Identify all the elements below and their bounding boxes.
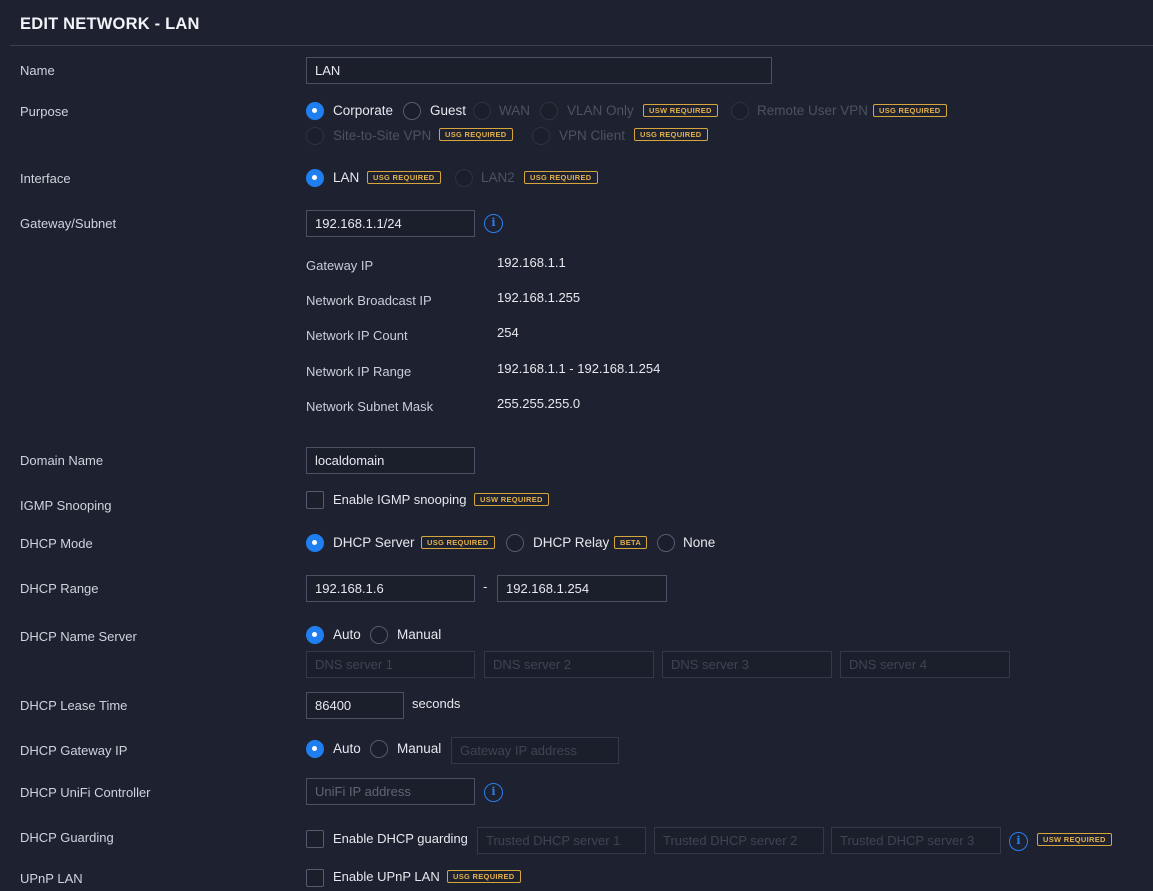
usw-required-badge: USW REQUIRED: [474, 493, 549, 506]
title-divider: [10, 45, 1153, 46]
ip-count-value: 254: [497, 325, 519, 340]
beta-badge: BETA: [614, 536, 648, 549]
dhcp-mode-none-label[interactable]: None: [683, 535, 715, 550]
usg-required-badge: USG REQUIRED: [524, 171, 598, 184]
dhcp-lease-time-input[interactable]: 86400: [306, 692, 404, 719]
interface-lan2-label[interactable]: LAN2: [481, 170, 515, 185]
interface-lan-radio[interactable]: [306, 169, 324, 187]
usg-required-badge: USG REQUIRED: [367, 171, 441, 184]
usg-required-badge: USG REQUIRED: [873, 104, 947, 117]
name-label: Name: [20, 63, 55, 78]
dhcp-guarding-label: DHCP Guarding: [20, 830, 114, 845]
info-icon[interactable]: i: [1009, 832, 1028, 851]
dhcp-gateway-ip-label: DHCP Gateway IP: [20, 743, 128, 758]
igmp-snooping-checkbox-label[interactable]: Enable IGMP snooping: [333, 492, 466, 507]
dns-server-4-input[interactable]: DNS server 4: [840, 651, 1010, 678]
dhcp-gateway-ip-input[interactable]: Gateway IP address: [451, 737, 619, 764]
gateway-ip-value: 192.168.1.1: [497, 255, 566, 270]
dhcp-gateway-ip-auto-label[interactable]: Auto: [333, 741, 361, 756]
dhcp-mode-server-label[interactable]: DHCP Server: [333, 535, 415, 550]
igmp-snooping-label: IGMP Snooping: [20, 498, 112, 513]
purpose-label: Purpose: [20, 104, 69, 119]
dns-server-1-input[interactable]: DNS server 1: [306, 651, 475, 678]
trusted-dhcp-server-2-input[interactable]: Trusted DHCP server 2: [654, 827, 824, 854]
purpose-vlan-only-label[interactable]: VLAN Only: [567, 103, 634, 118]
ip-range-key: Network IP Range: [306, 364, 412, 379]
dhcp-mode-relay-label[interactable]: DHCP Relay: [533, 535, 609, 550]
dhcp-mode-none-radio[interactable]: [657, 534, 675, 552]
upnp-lan-checkbox-label[interactable]: Enable UPnP LAN: [333, 869, 440, 884]
igmp-snooping-checkbox[interactable]: [306, 491, 324, 509]
dhcp-name-server-auto-label[interactable]: Auto: [333, 627, 361, 642]
dhcp-lease-time-label: DHCP Lease Time: [20, 698, 128, 713]
dns-server-3-input[interactable]: DNS server 3: [662, 651, 832, 678]
dhcp-range-start-input[interactable]: 192.168.1.6: [306, 575, 475, 602]
purpose-guest-radio[interactable]: [403, 102, 421, 120]
dhcp-name-server-manual-label[interactable]: Manual: [397, 627, 441, 642]
purpose-site-to-site-vpn-radio[interactable]: [306, 127, 324, 145]
purpose-corporate-radio[interactable]: [306, 102, 324, 120]
dhcp-mode-relay-radio[interactable]: [506, 534, 524, 552]
usg-required-badge: USG REQUIRED: [447, 870, 521, 883]
info-icon[interactable]: i: [484, 214, 503, 233]
usg-required-badge: USG REQUIRED: [421, 536, 495, 549]
dhcp-unifi-controller-label: DHCP UniFi Controller: [20, 785, 151, 800]
ip-count-key: Network IP Count: [306, 328, 408, 343]
trusted-dhcp-server-1-input[interactable]: Trusted DHCP server 1: [477, 827, 646, 854]
dhcp-guarding-checkbox[interactable]: [306, 830, 324, 848]
trusted-dhcp-server-3-input[interactable]: Trusted DHCP server 3: [831, 827, 1001, 854]
interface-lan2-radio[interactable]: [455, 169, 473, 187]
dhcp-name-server-manual-radio[interactable]: [370, 626, 388, 644]
purpose-site-to-site-vpn-label[interactable]: Site-to-Site VPN: [333, 128, 431, 143]
domain-name-input[interactable]: localdomain: [306, 447, 475, 474]
interface-label: Interface: [20, 171, 71, 186]
purpose-guest-label[interactable]: Guest: [430, 103, 466, 118]
broadcast-ip-key: Network Broadcast IP: [306, 293, 432, 308]
subnet-mask-value: 255.255.255.0: [497, 396, 581, 411]
gateway-subnet-label: Gateway/Subnet: [20, 216, 117, 231]
dhcp-mode-server-radio[interactable]: [306, 534, 324, 552]
upnp-lan-label: UPnP LAN: [20, 871, 83, 886]
dhcp-guarding-checkbox-label[interactable]: Enable DHCP guarding: [333, 831, 468, 846]
dhcp-mode-label: DHCP Mode: [20, 536, 93, 551]
broadcast-ip-value: 192.168.1.255: [497, 290, 581, 305]
purpose-wan-radio[interactable]: [473, 102, 491, 120]
dhcp-name-server-label: DHCP Name Server: [20, 629, 137, 644]
dhcp-gateway-ip-manual-radio[interactable]: [370, 740, 388, 758]
purpose-vpn-client-label[interactable]: VPN Client: [559, 128, 625, 143]
dhcp-range-end-input[interactable]: 192.168.1.254: [497, 575, 667, 602]
gateway-subnet-input[interactable]: 192.168.1.1/24: [306, 210, 475, 237]
purpose-wan-label[interactable]: WAN: [499, 103, 530, 118]
usg-required-badge: USG REQUIRED: [439, 128, 513, 141]
gateway-ip-key: Gateway IP: [306, 258, 374, 273]
purpose-remote-user-vpn-label[interactable]: Remote User VPN: [757, 103, 868, 118]
dhcp-gateway-ip-manual-label[interactable]: Manual: [397, 741, 441, 756]
name-input[interactable]: LAN: [306, 57, 772, 84]
dhcp-range-separator: -: [483, 579, 488, 594]
purpose-corporate-label[interactable]: Corporate: [333, 103, 393, 118]
dns-server-2-input[interactable]: DNS server 2: [484, 651, 654, 678]
page-title: EDIT NETWORK - LAN: [20, 15, 200, 33]
info-icon[interactable]: i: [484, 783, 503, 802]
subnet-mask-key: Network Subnet Mask: [306, 399, 434, 414]
purpose-vpn-client-radio[interactable]: [532, 127, 550, 145]
purpose-remote-user-vpn-radio[interactable]: [731, 102, 749, 120]
usg-required-badge: USG REQUIRED: [634, 128, 708, 141]
dhcp-lease-time-unit: seconds: [412, 696, 461, 711]
domain-name-label: Domain Name: [20, 453, 104, 468]
unifi-controller-input[interactable]: UniFi IP address: [306, 778, 475, 805]
dhcp-gateway-ip-auto-radio[interactable]: [306, 740, 324, 758]
usw-required-badge: USW REQUIRED: [1037, 833, 1112, 846]
usw-required-badge: USW REQUIRED: [643, 104, 718, 117]
interface-lan-label[interactable]: LAN: [333, 170, 359, 185]
dhcp-range-label: DHCP Range: [20, 581, 99, 596]
ip-range-value: 192.168.1.1 - 192.168.1.254: [497, 361, 661, 376]
upnp-lan-checkbox[interactable]: [306, 869, 324, 887]
dhcp-name-server-auto-radio[interactable]: [306, 626, 324, 644]
purpose-vlan-only-radio[interactable]: [540, 102, 558, 120]
